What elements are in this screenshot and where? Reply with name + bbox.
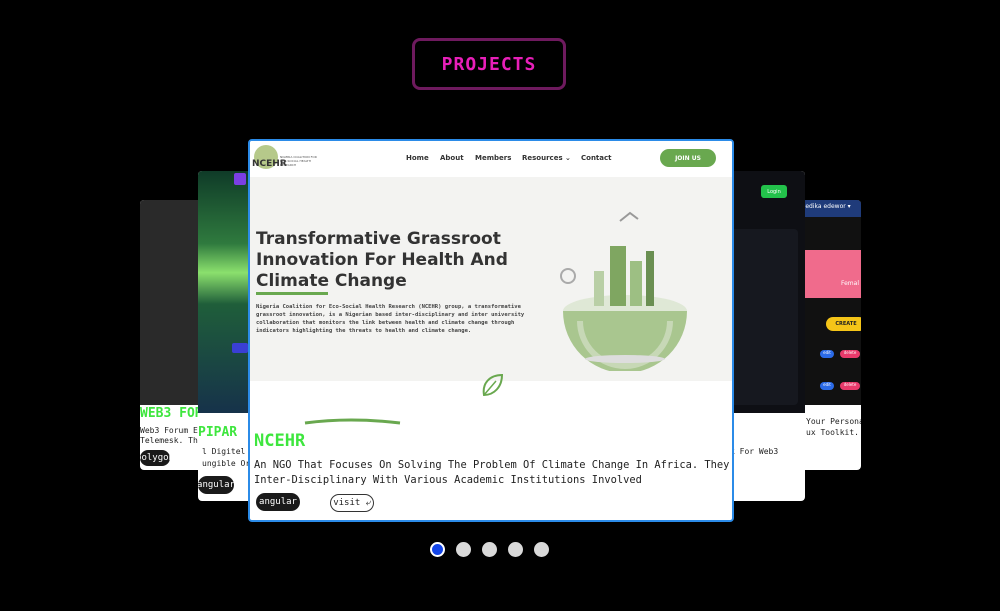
nav-home[interactable]: Home: [406, 154, 429, 162]
pagination-dot-5[interactable]: [534, 542, 549, 557]
project-description: k For Web3: [730, 447, 779, 456]
section-title: PROJECTS: [441, 53, 537, 75]
visit-button[interactable]: visit ⤶: [330, 494, 374, 512]
site-navbar: NCEHR NIGERIA COALITION FOR ECO-SOCIAL H…: [250, 141, 732, 177]
project-description-2: Inter-Disciplinary With Various Academic…: [254, 474, 642, 486]
project-card-web3[interactable]: Login k For Web3: [730, 171, 805, 501]
project-description: ux Toolkit. Find: [806, 428, 861, 437]
project-screenshot: NCEHR NIGERIA COALITION FOR ECO-SOCIAL H…: [250, 141, 732, 425]
logo-subtitle: NIGERIA COALITION FOR ECO-SOCIAL HEALTH …: [280, 155, 317, 167]
project-card-ncehr[interactable]: NCEHR NIGERIA COALITION FOR ECO-SOCIAL H…: [248, 139, 734, 522]
hero-banner: Femal: [804, 250, 861, 298]
pagination-dot-4[interactable]: [508, 542, 523, 557]
project-name: WEB3 FOR: [140, 406, 203, 421]
nav-resources[interactable]: Resources ⌄: [522, 154, 571, 162]
tech-tag: polygon: [140, 450, 174, 466]
leaf-icon: [482, 373, 504, 397]
edit-button[interactable]: edit: [820, 382, 834, 390]
projects-title-box: PROJECTS: [412, 38, 566, 90]
project-name: PIPAR: [198, 425, 238, 440]
edit-button[interactable]: edit: [820, 350, 834, 358]
tech-tag: angular: [198, 476, 235, 494]
project-card-toolkit[interactable]: nyedika edewor ▾ Femal CREATE edit delet…: [798, 200, 861, 470]
create-button[interactable]: CREATE: [826, 317, 861, 331]
cta-button[interactable]: [232, 343, 248, 353]
dark-panel: [730, 229, 798, 405]
hero-title: Transformative Grassroot Innovation For …: [256, 229, 508, 291]
login-button[interactable]: Login: [761, 185, 787, 198]
nav-contact[interactable]: Contact: [581, 154, 612, 162]
tech-tag: angular: [256, 493, 300, 511]
banner-label: Femal: [840, 280, 859, 287]
app-icon: [234, 173, 246, 185]
nav-members[interactable]: Members: [475, 154, 511, 162]
delete-button[interactable]: delete: [840, 350, 860, 358]
project-name: NCEHR: [254, 431, 306, 451]
nav-about[interactable]: About: [440, 154, 464, 162]
title-underline: [256, 292, 328, 295]
project-screenshot: Login: [730, 171, 805, 413]
user-menu: nyedika edewor ▾: [798, 200, 861, 217]
project-screenshot: nyedika edewor ▾ Femal CREATE edit delet…: [798, 200, 861, 405]
project-description: Your Personal: [806, 417, 861, 426]
climate-globe-illustration: [560, 211, 687, 371]
delete-button[interactable]: delete: [840, 382, 860, 390]
join-us-button[interactable]: JOIN US: [660, 149, 716, 167]
pagination-dot-2[interactable]: [456, 542, 471, 557]
pagination-dot-1[interactable]: [430, 542, 445, 557]
hero-body: Nigeria Coalition for Eco-Social Health …: [256, 304, 525, 334]
pagination-dot-3[interactable]: [482, 542, 497, 557]
project-description: An NGO That Focuses On Solving The Probl…: [254, 459, 730, 471]
